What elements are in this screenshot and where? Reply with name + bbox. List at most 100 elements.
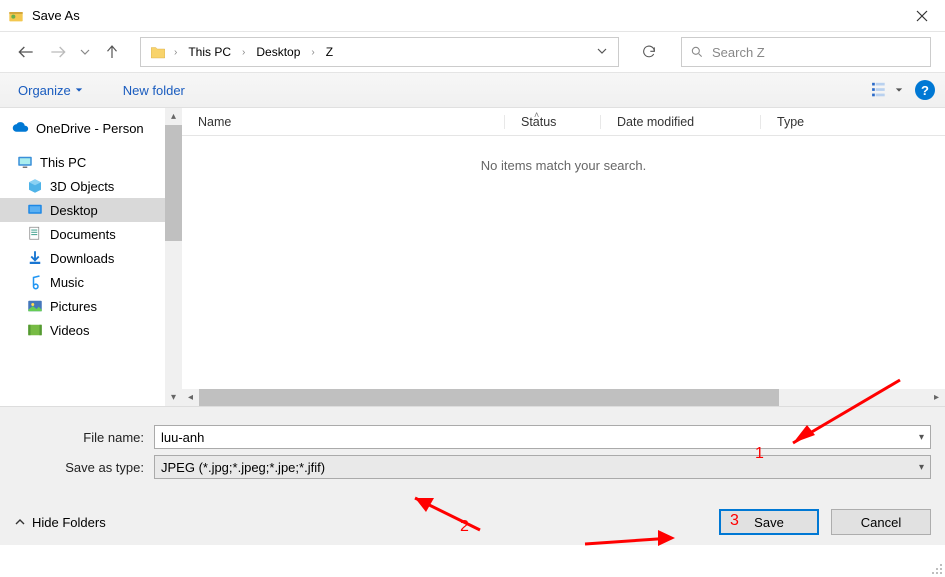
sidebar-item-label: Pictures [50,299,97,314]
nav-bar: › This PC › Desktop › Z [0,32,945,72]
onedrive-icon [12,119,30,137]
sidebar-item-onedrive[interactable]: OneDrive - Person [0,116,182,140]
app-icon [8,8,24,24]
pictures-icon [26,297,44,315]
search-box[interactable] [681,37,931,67]
new-folder-button[interactable]: New folder [123,83,185,98]
chevron-down-icon[interactable]: ▾ [908,462,924,473]
sidebar-item-thispc[interactable]: This PC [0,150,182,174]
chevron-down-icon [597,46,607,56]
toolbar: Organize New folder ? [0,72,945,108]
sidebar-item-desktop[interactable]: Desktop [0,198,182,222]
breadcrumb-z[interactable]: Z [322,43,337,61]
caret-down-icon [895,86,903,94]
refresh-icon [641,44,657,60]
scroll-left-icon[interactable]: ◂ [182,389,199,406]
scroll-down-icon[interactable]: ▾ [165,389,182,406]
scrollbar-thumb[interactable] [165,125,182,241]
refresh-button[interactable] [631,37,667,67]
arrow-right-icon [48,42,68,62]
sidebar-item-label: Documents [50,227,116,242]
up-button[interactable] [100,40,124,64]
help-button[interactable]: ? [915,80,935,100]
recent-dropdown[interactable] [78,40,92,64]
title-bar: Save As [0,0,945,32]
filename-field-wrap[interactable]: ▾ [154,425,931,449]
breadcrumb-desktop[interactable]: Desktop [252,43,304,61]
chevron-up-icon [14,516,26,528]
sidebar-item-label: Music [50,275,84,290]
filename-label: File name: [14,430,154,445]
col-name[interactable]: Name [182,115,504,129]
3dobjects-icon [26,177,44,195]
sidebar-item-downloads[interactable]: Downloads [0,246,182,270]
horizontal-scrollbar[interactable]: ◂ ▸ [182,389,945,406]
filename-input[interactable] [161,430,908,445]
sidebar-item-label: This PC [40,155,86,170]
organize-label: Organize [18,83,71,98]
sidebar-item-label: Videos [50,323,90,338]
save-button[interactable]: Save [719,509,819,535]
documents-icon [26,225,44,243]
folder-icon [149,43,167,61]
col-type[interactable]: Type [760,115,945,129]
chevron-down-icon [80,47,90,57]
chevron-right-icon: › [174,47,177,58]
address-bar[interactable]: › This PC › Desktop › Z [140,37,619,67]
sidebar-item-music[interactable]: Music [0,270,182,294]
close-button[interactable] [899,0,945,32]
breadcrumb-this-pc[interactable]: This PC [184,43,235,61]
empty-message: No items match your search. [182,136,945,173]
saveastype-value: JPEG (*.jpg;*.jpeg;*.jpe;*.jfif) [161,460,908,475]
downloads-icon [26,249,44,267]
back-button[interactable] [14,40,38,64]
forward-button[interactable] [46,40,70,64]
sidebar: OneDrive - Person This PC 3D Objects Des… [0,108,182,406]
sort-indicator-icon: ˄ [534,110,539,120]
sidebar-item-label: OneDrive - Person [36,121,144,136]
column-headers: Name Status Date modified Type [182,108,945,136]
view-options-button[interactable] [871,81,903,99]
sidebar-scrollbar[interactable]: ▴ ▾ [165,108,182,406]
saveastype-combo[interactable]: JPEG (*.jpg;*.jpeg;*.jpe;*.jfif) ▾ [154,455,931,479]
videos-icon [26,321,44,339]
footer: Hide Folders Save Cancel [0,497,945,545]
view-icon [871,81,893,99]
sidebar-item-videos[interactable]: Videos [0,318,182,342]
window-title: Save As [32,8,899,23]
sidebar-item-label: Desktop [50,203,98,218]
arrow-left-icon [16,42,36,62]
close-icon [916,10,928,22]
caret-down-icon [75,86,83,94]
search-input[interactable] [712,45,922,60]
chevron-right-icon: › [242,47,245,58]
hide-folders-button[interactable]: Hide Folders [14,515,106,530]
sidebar-item-label: 3D Objects [50,179,114,194]
chevron-right-icon: › [311,47,314,58]
organize-menu[interactable]: Organize [18,83,83,98]
col-status[interactable]: Status [504,115,600,129]
saveastype-label: Save as type: [14,460,154,475]
address-dropdown[interactable] [590,45,614,59]
hide-folders-label: Hide Folders [32,515,106,530]
computer-icon [16,153,34,171]
scroll-up-icon[interactable]: ▴ [165,108,182,125]
music-icon [26,273,44,291]
breadcrumb: › This PC › Desktop › Z [145,43,590,61]
col-date[interactable]: Date modified [600,115,760,129]
sidebar-item-documents[interactable]: Documents [0,222,182,246]
form-area: File name: ▾ Save as type: JPEG (*.jpg;*… [0,406,945,497]
file-list-panel: Name Status Date modified Type ˄ No item… [182,108,945,406]
sidebar-item-3dobjects[interactable]: 3D Objects [0,174,182,198]
resize-grip-icon[interactable] [931,563,943,575]
cancel-button[interactable]: Cancel [831,509,931,535]
scroll-right-icon[interactable]: ▸ [928,389,945,406]
desktop-icon [26,201,44,219]
sidebar-item-label: Downloads [50,251,114,266]
scrollbar-thumb[interactable] [199,389,779,406]
arrow-up-icon [103,43,121,61]
sidebar-item-pictures[interactable]: Pictures [0,294,182,318]
help-icon: ? [921,83,929,98]
chevron-down-icon[interactable]: ▾ [908,432,924,443]
body: OneDrive - Person This PC 3D Objects Des… [0,108,945,406]
